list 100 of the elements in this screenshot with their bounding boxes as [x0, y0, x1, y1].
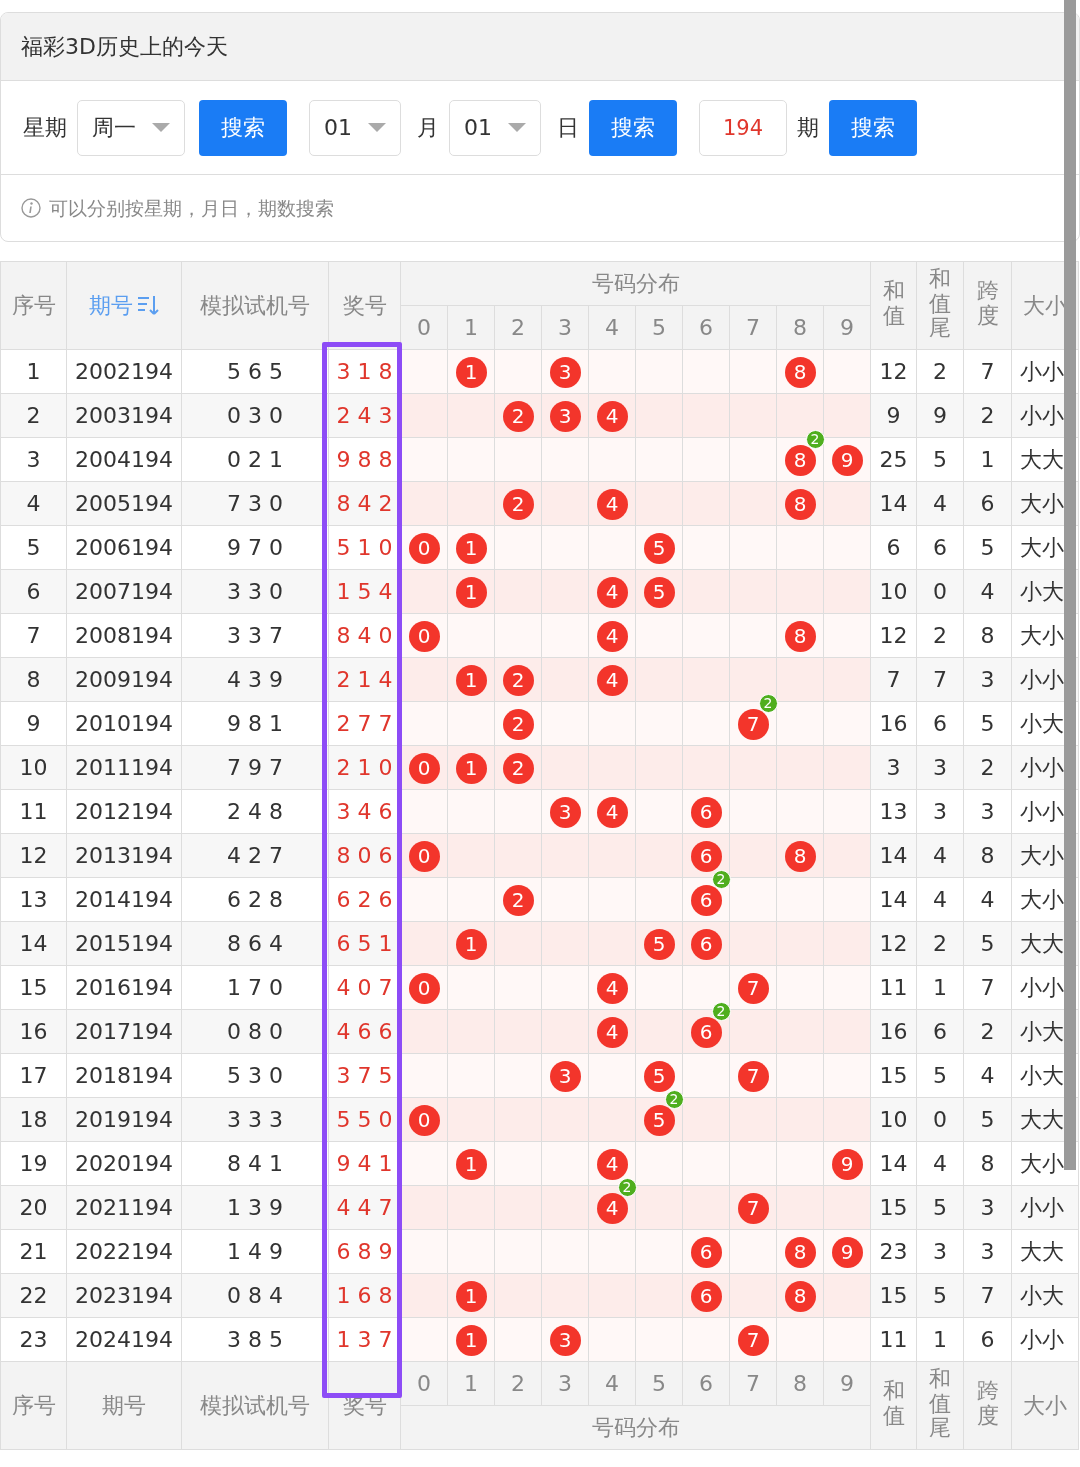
table-cell: 2012194	[66, 789, 182, 834]
table-cell	[682, 393, 730, 438]
column-header: 5	[635, 1361, 683, 1406]
table-cell	[682, 349, 730, 394]
number-ball: 9	[831, 1148, 863, 1180]
number-ball: 1	[455, 1148, 487, 1180]
table-cell	[588, 1273, 636, 1318]
table-cell: 4 2 7	[181, 833, 329, 878]
table-cell: 4	[963, 569, 1012, 614]
table-cell: 4	[963, 1053, 1012, 1098]
search-button[interactable]: 搜索	[589, 99, 677, 156]
table-cell: 12	[870, 613, 917, 658]
column-header[interactable]: 期号	[89, 293, 133, 318]
table-cell: 1	[963, 437, 1012, 482]
table-cell	[494, 1097, 542, 1142]
table-cell	[823, 965, 871, 1010]
column-header: 和值尾	[916, 1361, 964, 1450]
table-cell: 14	[870, 833, 917, 878]
table-cell: 2004194	[66, 437, 182, 482]
table-cell: 2006194	[66, 525, 182, 570]
column-header[interactable]: 序号	[11, 293, 56, 318]
number-ball: 7	[737, 708, 769, 740]
column-header: 2	[494, 1361, 542, 1406]
table-cell	[400, 1229, 448, 1274]
table-cell: 18	[0, 1097, 67, 1142]
column-header: 0	[400, 1361, 448, 1406]
table-cell	[682, 481, 730, 526]
number-ball: 7	[737, 972, 769, 1004]
number-ball: 0	[408, 752, 440, 784]
table-cell: 4	[916, 877, 964, 922]
sort-icon	[137, 294, 159, 316]
table-cell: 3	[963, 789, 1012, 834]
table-cell	[682, 657, 730, 702]
number-ball: 8	[784, 1280, 816, 1312]
table-cell: 15	[870, 1273, 917, 1318]
table-cell: 3	[963, 657, 1012, 702]
table-cell: 2015194	[66, 921, 182, 966]
number-ball: 4	[596, 400, 628, 432]
table-cell: 6	[870, 525, 917, 570]
number-ball: 5	[643, 1060, 675, 1092]
filter-label: 日	[557, 114, 579, 142]
table-cell: 2014194	[66, 877, 182, 922]
number-ball: 1	[455, 752, 487, 784]
issue-input[interactable]: 194	[699, 99, 787, 156]
number-ball: 2	[502, 400, 534, 432]
table-cell: 0	[916, 569, 964, 614]
hint-text: 可以分别按星期，月日，期数搜索	[49, 195, 334, 221]
column-header: 9	[823, 305, 871, 350]
table-cell: 7 3 0	[181, 481, 329, 526]
table-cell: 2013194	[66, 833, 182, 878]
number-ball: 3	[549, 1324, 581, 1356]
table-cell: 8	[963, 1141, 1012, 1186]
column-header[interactable]: 奖号	[342, 293, 387, 318]
number-ball: 4	[596, 972, 628, 1004]
table-cell	[776, 921, 824, 966]
table-cell: 2002194	[66, 349, 182, 394]
number-ball: 1	[455, 664, 487, 696]
table-cell: 2022194	[66, 1229, 182, 1274]
table-cell: 3	[963, 1185, 1012, 1230]
table-cell: 8	[0, 657, 67, 702]
column-header: 期号	[66, 1361, 182, 1450]
table-cell: 5	[963, 1097, 1012, 1142]
filter-label: 期	[797, 114, 819, 142]
table-cell: 16	[0, 1009, 67, 1054]
table-cell	[823, 1009, 871, 1054]
table-cell: 8	[963, 833, 1012, 878]
table-cell	[400, 1185, 448, 1230]
scrollbar[interactable]	[1064, 0, 1076, 1170]
table-cell: 1	[0, 349, 67, 394]
table-cell	[447, 1053, 495, 1098]
table-cell: 6	[916, 701, 964, 746]
number-ball: 7	[737, 1060, 769, 1092]
card-title: 福彩3D历史上的今天	[21, 33, 228, 61]
column-header: 号码分布	[400, 1405, 871, 1450]
table-cell	[635, 349, 683, 394]
column-header: 7	[729, 1361, 777, 1406]
dropdown[interactable]: 周一	[77, 99, 185, 156]
table-cell: 20	[0, 1185, 67, 1230]
table-cell: 7	[963, 349, 1012, 394]
table-cell: 0 3 0	[181, 393, 329, 438]
number-ball: 7	[737, 1192, 769, 1224]
table-cell	[776, 1097, 824, 1142]
table-cell: 4	[963, 877, 1012, 922]
column-header: 3	[541, 1361, 589, 1406]
table-cell: 15	[870, 1185, 917, 1230]
column-header: 1	[447, 305, 495, 350]
table-cell: 4	[916, 481, 964, 526]
table-cell: 2	[963, 745, 1012, 790]
table-cell: 2024194	[66, 1317, 182, 1362]
dropdown[interactable]: 01	[309, 99, 401, 156]
table-cell: 15	[0, 965, 67, 1010]
search-button[interactable]: 搜索	[829, 99, 917, 156]
column-header: 和值尾	[916, 261, 964, 350]
search-button[interactable]: 搜索	[199, 99, 287, 156]
table-cell: 6	[916, 1009, 964, 1054]
table-cell: 14	[0, 921, 67, 966]
column-header: 号码分布	[400, 261, 871, 306]
table-cell	[823, 921, 871, 966]
table-cell: 21	[0, 1229, 67, 1274]
dropdown[interactable]: 01	[449, 99, 541, 156]
